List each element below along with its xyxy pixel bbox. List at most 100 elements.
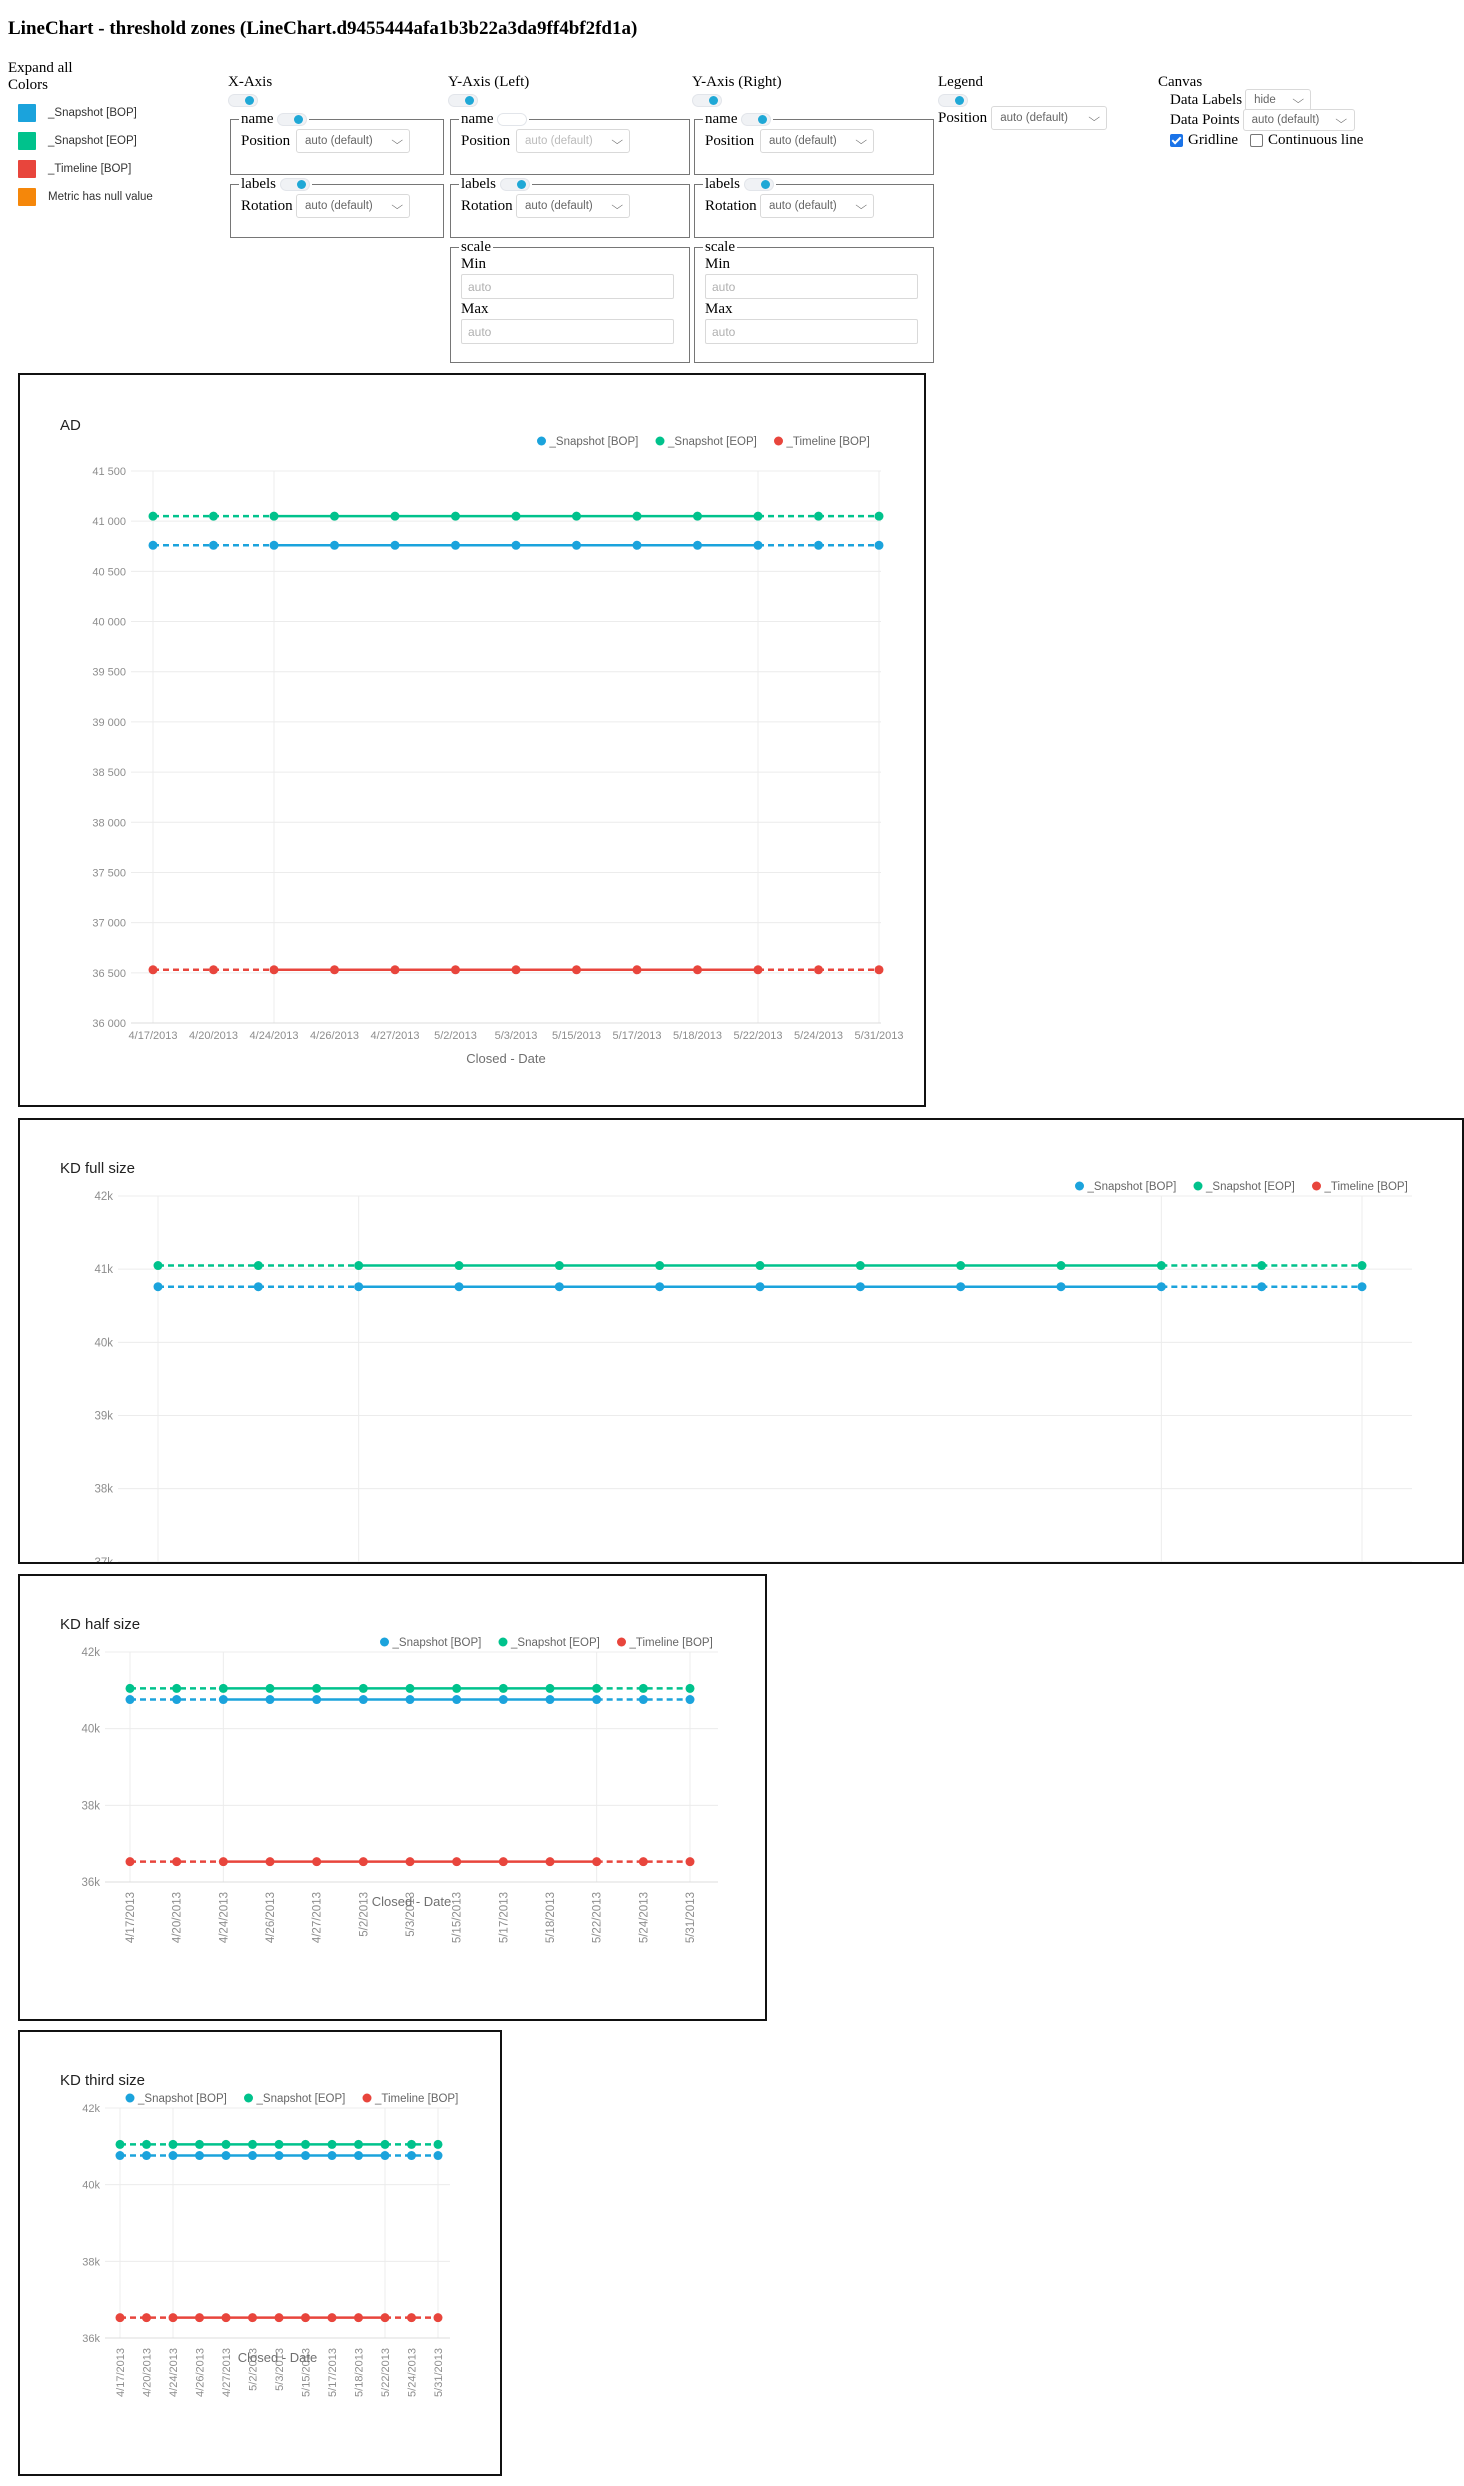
data-labels-select[interactable]: hide ⌵ [1245,89,1312,111]
data-point [405,1857,415,1867]
chevron-down-icon: ⌵ [1292,93,1304,106]
data-point [327,2139,337,2149]
data-point [1156,1261,1166,1271]
x-axis-position-select[interactable]: auto (default) ⌵ [296,129,410,153]
data-point [511,540,521,550]
y-axis-left-max-input[interactable]: auto [461,319,674,344]
x-axis-rotation-value: auto (default) [305,200,373,212]
y-axis-right-rotation-label: Rotation [705,197,757,214]
y-tick-label: 37k [94,1557,113,1562]
x-tick-label: 5/31/2013 [855,1030,904,1042]
data-point [168,2139,178,2149]
x-tick-label: 5/31/2013 [433,2348,445,2397]
x-tick-label: 5/24/2013 [407,2348,419,2397]
data-point [405,1683,415,1693]
y-axis-left-name-toggle[interactable] [497,113,528,127]
color-swatch[interactable] [18,188,36,206]
y-axis-right-min-input[interactable]: auto [705,274,918,299]
y-axis-right-position-select[interactable]: auto (default) ⌵ [760,129,874,153]
y-axis-right-max-input[interactable]: auto [705,319,918,344]
data-points-value: auto (default) [1251,114,1320,126]
color-legend-item[interactable]: _Timeline [BOP] [18,155,153,183]
x-axis-labels-toggle[interactable] [279,178,310,192]
x-tick-label: 4/17/2013 [129,1030,178,1042]
data-point [572,965,581,975]
y-axis-left-max-label: Max [461,301,489,317]
legend-label: _Snapshot [BOP] [1087,1181,1177,1193]
y-axis-left-labels-toggle[interactable] [499,178,530,192]
y-axis-right-rotation-select[interactable]: auto (default) ⌵ [760,194,874,218]
y-tick-label: 42k [82,2103,100,2115]
y-axis-left-rotation-select[interactable]: auto (default) ⌵ [516,194,630,218]
data-point [253,1282,263,1292]
data-point [142,2139,151,2149]
data-point [511,511,521,521]
y-tick-label: 38k [81,1800,100,1812]
x-axis-toggle[interactable] [228,94,258,108]
data-point [855,1282,865,1292]
y-axis-right-toggle[interactable] [692,94,722,108]
data-point [545,1857,555,1867]
data-point [755,1282,765,1292]
legend-toggle[interactable] [938,94,968,108]
color-swatch[interactable] [18,160,36,178]
color-legend-item[interactable]: _Snapshot [BOP] [18,99,153,127]
expand-all-link[interactable]: Expand all [8,60,73,77]
data-point [814,511,823,521]
chart-svg[interactable]: 36k37k38k39k40k41k42k4/17/20134/20/20134… [20,1120,1462,1562]
x-tick-label: 5/15/2013 [452,1892,464,1943]
y-axis-left-scale-group: scale Min auto Max auto [450,239,690,363]
y-axis-left-heading: Y-Axis (Left) [448,74,530,90]
y-axis-left-position-select[interactable]: auto (default) ⌵ [516,129,630,153]
data-point [209,965,218,975]
data-point [354,2313,363,2323]
data-point [572,511,581,521]
data-point [148,511,158,521]
continuous-line-checkbox[interactable] [1250,133,1263,147]
data-point [358,1695,368,1705]
data-point [874,540,884,550]
x-axis-name-toggle[interactable] [277,113,308,127]
data-point [269,965,279,975]
data-point [405,1695,415,1705]
x-tick-label: 5/24/2013 [638,1892,650,1943]
data-point [301,2139,310,2149]
x-axis-rotation-select[interactable]: auto (default) ⌵ [296,194,410,218]
x-axis-controls: X-Axis [228,74,272,109]
chart-panel-kd-third: KD third size 36k 38k 40k 42k 4/17/2013 4/20/… [18,2030,502,2476]
legend-position-select[interactable]: auto (default) ⌵ [991,106,1108,130]
data-point [327,2313,337,2323]
y-axis-left-toggle[interactable] [448,94,478,108]
data-point [195,2313,204,2323]
color-swatch[interactable] [18,132,36,150]
y-axis-right-labels-group: labels Rotation auto (default) ⌵ [694,176,934,238]
color-swatch[interactable] [18,104,36,122]
y-tick-label: 40k [82,2180,100,2192]
chart-svg[interactable]: 36k 38k 40k 42k 4/17/2013 4/20/2013 4/24/2013 4… [20,1576,765,2019]
data-point [407,2139,416,2149]
y-axis-right-labels-toggle[interactable] [743,178,774,192]
data-point [125,1683,135,1693]
data-point [685,1683,695,1693]
x-tick-label: 4/20/2013 [189,1030,238,1042]
data-point [148,965,158,975]
x-tick-label: 5/17/2013 [498,1892,510,1943]
chart-svg[interactable]: 36 000 36 500 37 000 37 500 38 000 38 500 39 0… [20,375,924,1105]
data-point [269,540,279,550]
data-point [685,1857,695,1867]
gridline-checkbox[interactable] [1170,133,1183,147]
data-points-select[interactable]: auto (default) ⌵ [1242,109,1355,131]
data-point [390,511,400,521]
color-legend-item[interactable]: Metric has null value [18,183,153,211]
color-legend-item[interactable]: _Snapshot [EOP] [18,127,153,155]
x-tick-label: 4/24/2013 [250,1030,299,1042]
legend-label: _Timeline [BOP] [629,1637,713,1649]
x-axis-rotation-label: Rotation [241,197,293,214]
y-tick-label: 36k [81,1877,100,1889]
data-point [168,2313,178,2323]
y-axis-left-min-input[interactable]: auto [461,274,674,299]
y-axis-right-name-toggle[interactable] [741,113,772,127]
chart-svg[interactable]: 36k 38k 40k 42k 4/17/2013 4/20/2013 4/24/2013 4… [20,2032,500,2474]
chart-panel-kd-half: KD half size 36k 38k 40k 42k 4/17/2013 4/20/2… [18,1574,767,2021]
x-axis-name-group: name Position auto (default) ⌵ [230,111,444,175]
